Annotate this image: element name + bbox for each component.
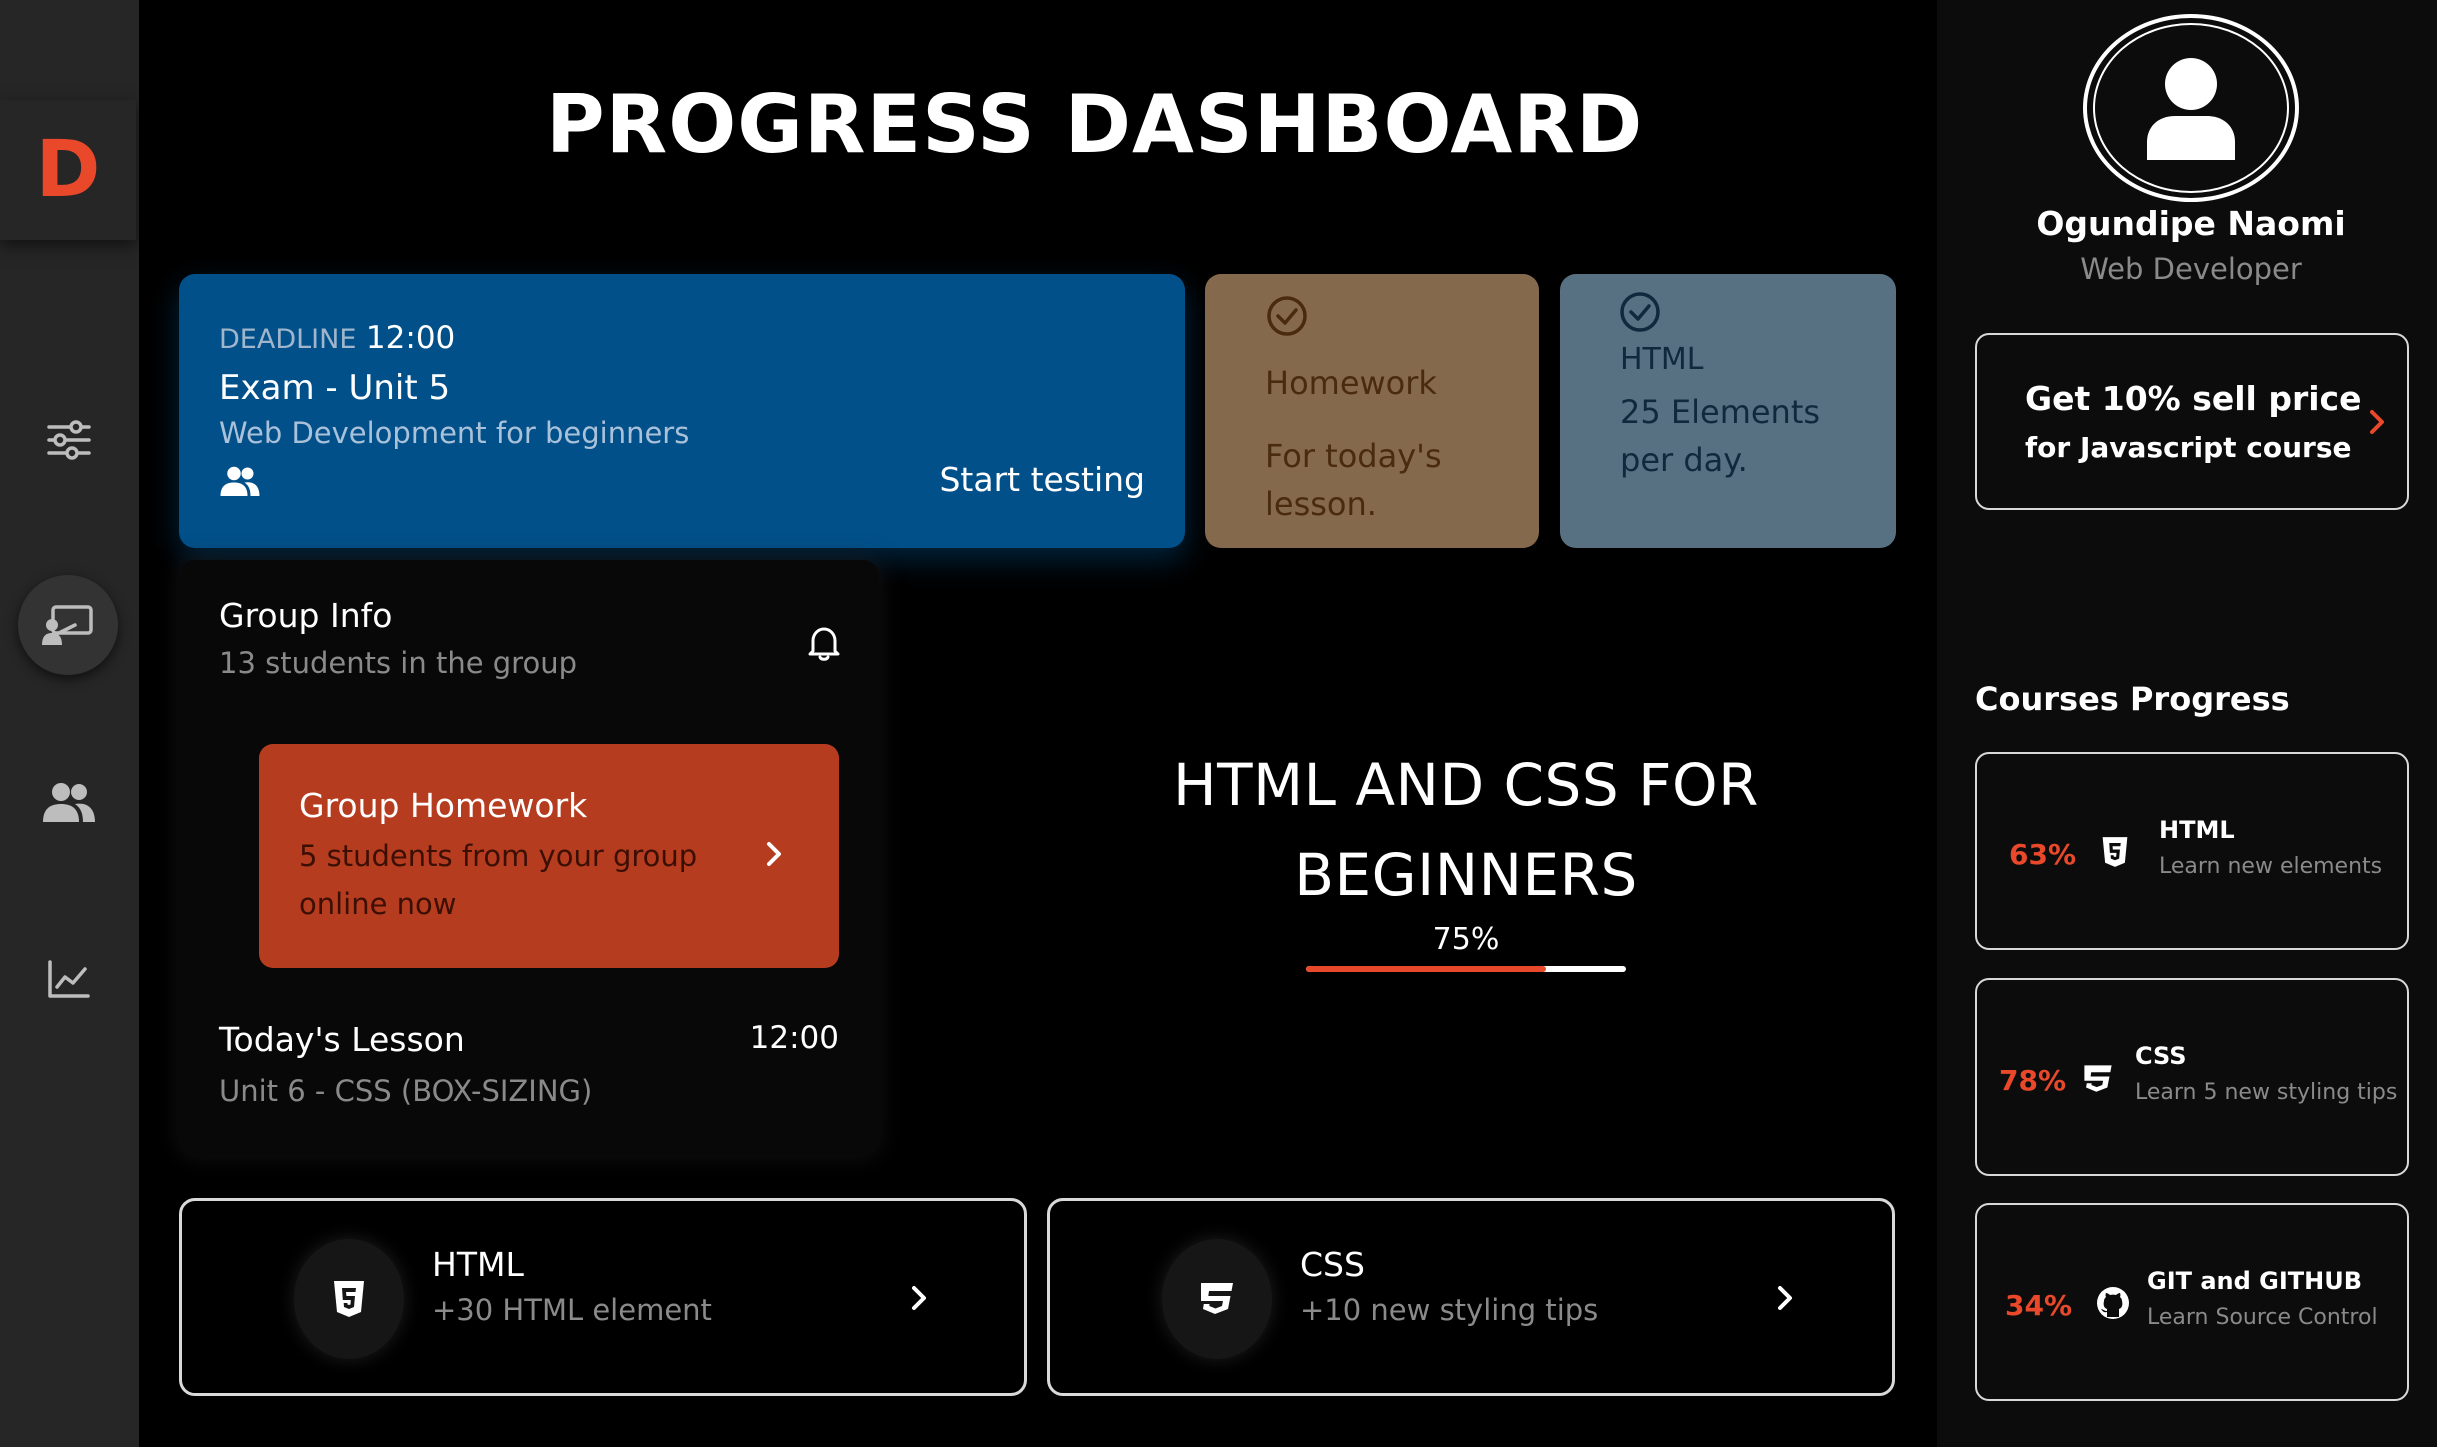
- course-progress-item-html[interactable]: 63% HTML Learn new elements: [1975, 752, 2409, 950]
- course-title: HTML AND CSS FOR BEGINNERS: [1066, 740, 1866, 920]
- chevron-right-icon: [912, 1286, 926, 1310]
- logo-letter: D: [35, 125, 101, 215]
- sidebar-item-users[interactable]: [34, 767, 104, 837]
- user-icon: [2147, 58, 2235, 160]
- deadline-time: 12:00: [365, 320, 456, 356]
- group-homework-text: 5 students from your group online now: [299, 839, 698, 921]
- lesson-title: Today's Lesson: [219, 1020, 465, 1059]
- user-role: Web Developer: [2080, 252, 2302, 286]
- html-goal-card[interactable]: HTML 25 Elements per day.: [1560, 274, 1896, 548]
- exam-title: Exam - Unit 5: [219, 368, 451, 408]
- homework-title: Homework: [1265, 364, 1437, 402]
- check-circle-icon: [1620, 292, 1660, 332]
- group-info-card: Group Info 13 students in the group Grou…: [179, 560, 879, 1156]
- html-course-card[interactable]: HTML +30 HTML element: [179, 1198, 1027, 1396]
- homework-text: For today's lesson.: [1265, 437, 1442, 523]
- lesson-time: 12:00: [749, 1020, 839, 1056]
- group-homework-title: Group Homework: [299, 786, 588, 825]
- start-testing-button[interactable]: Start testing: [939, 460, 1145, 499]
- course-title-line1: HTML AND CSS FOR: [1173, 751, 1759, 819]
- html-goal-text: 25 Elements per day.: [1620, 393, 1821, 479]
- course-progress-subtitle: Learn 5 new styling tips: [2135, 1080, 2398, 1105]
- html5-icon-badge: [294, 1239, 404, 1359]
- chevron-right-icon: [767, 842, 781, 866]
- course-progress-percent: 63%: [2009, 838, 2077, 871]
- course-progress-fill: [1306, 966, 1546, 972]
- course-progress-name: HTML: [2159, 816, 2235, 844]
- user-name: Ogundipe Naomi: [2036, 204, 2346, 243]
- course-progress-item-git[interactable]: 34% GIT and GITHUB Learn Source Control: [1975, 1203, 2409, 1401]
- deadline-card[interactable]: DEADLINE 12:00 Exam - Unit 5 Web Develop…: [179, 274, 1185, 548]
- css-course-title: CSS: [1300, 1245, 1365, 1284]
- bell-icon[interactable]: [807, 624, 841, 662]
- html-course-subtitle: +30 HTML element: [432, 1293, 712, 1327]
- deadline-label: DEADLINE: [219, 324, 357, 355]
- css-course-subtitle: +10 new styling tips: [1300, 1293, 1599, 1327]
- course-percent: 75%: [1432, 922, 1500, 957]
- css-course-card[interactable]: CSS +10 new styling tips: [1047, 1198, 1895, 1396]
- promo-subtitle: for Javascript course: [2025, 431, 2352, 464]
- promo-card[interactable]: Get 10% sell price for Javascript course: [1975, 333, 2409, 510]
- chevron-right-icon: [1778, 1286, 1792, 1310]
- course-progress-percent: 78%: [1999, 1064, 2067, 1097]
- check-circle-icon: [1267, 296, 1307, 336]
- course-progress-percent: 34%: [2005, 1289, 2073, 1322]
- html5-icon: [334, 1281, 364, 1317]
- course-progress-subtitle: Learn Source Control: [2147, 1305, 2378, 1330]
- promo-title: Get 10% sell price: [2025, 379, 2362, 418]
- chevron-right-icon: [2370, 410, 2384, 434]
- sidebar: D: [0, 0, 139, 1447]
- css3-icon: [1201, 1283, 1233, 1314]
- homework-card[interactable]: Homework For today's lesson.: [1205, 274, 1539, 548]
- deadline-line: DEADLINE 12:00: [219, 320, 455, 356]
- css3-icon-badge: [1162, 1239, 1272, 1359]
- exam-subtitle: Web Development for beginners: [219, 416, 690, 450]
- sliders-icon: [47, 420, 91, 460]
- github-icon: [2097, 1287, 2129, 1319]
- users-icon: [43, 783, 95, 822]
- profile-panel: Ogundipe Naomi Web Developer Get 10% sel…: [1937, 0, 2437, 1447]
- group-info-title: Group Info: [219, 596, 393, 635]
- course-progress-name: CSS: [2135, 1042, 2187, 1070]
- html-course-title: HTML: [432, 1245, 524, 1284]
- lesson-subtitle: Unit 6 - CSS (BOX-SIZING): [219, 1074, 593, 1108]
- group-homework-card[interactable]: Group Homework 5 students from your grou…: [259, 744, 839, 968]
- avatar[interactable]: [2083, 14, 2299, 202]
- css3-icon: [2084, 1065, 2112, 1092]
- sidebar-item-filters[interactable]: [34, 405, 104, 475]
- teacher-board-icon: [42, 605, 93, 645]
- avatar-ring: [2093, 23, 2289, 193]
- page-title: PROGRESS DASHBOARD: [546, 78, 1644, 171]
- html5-icon: [2102, 837, 2128, 867]
- html-goal-title: HTML: [1620, 342, 1704, 377]
- course-progress-bar: [1306, 966, 1626, 972]
- courses-progress-title: Courses Progress: [1975, 680, 2290, 718]
- logo[interactable]: D: [0, 100, 136, 240]
- course-title-line2: BEGINNERS: [1294, 841, 1638, 909]
- users-icon: [220, 466, 260, 496]
- course-progress-name: GIT and GITHUB: [2147, 1267, 2363, 1295]
- chart-line-icon: [48, 960, 90, 998]
- sidebar-item-stats[interactable]: [34, 944, 104, 1014]
- course-progress-item-css[interactable]: 78% CSS Learn 5 new styling tips: [1975, 978, 2409, 1176]
- sidebar-item-classroom[interactable]: [18, 575, 118, 675]
- course-progress-subtitle: Learn new elements: [2159, 854, 2383, 879]
- group-info-subtitle: 13 students in the group: [219, 646, 577, 680]
